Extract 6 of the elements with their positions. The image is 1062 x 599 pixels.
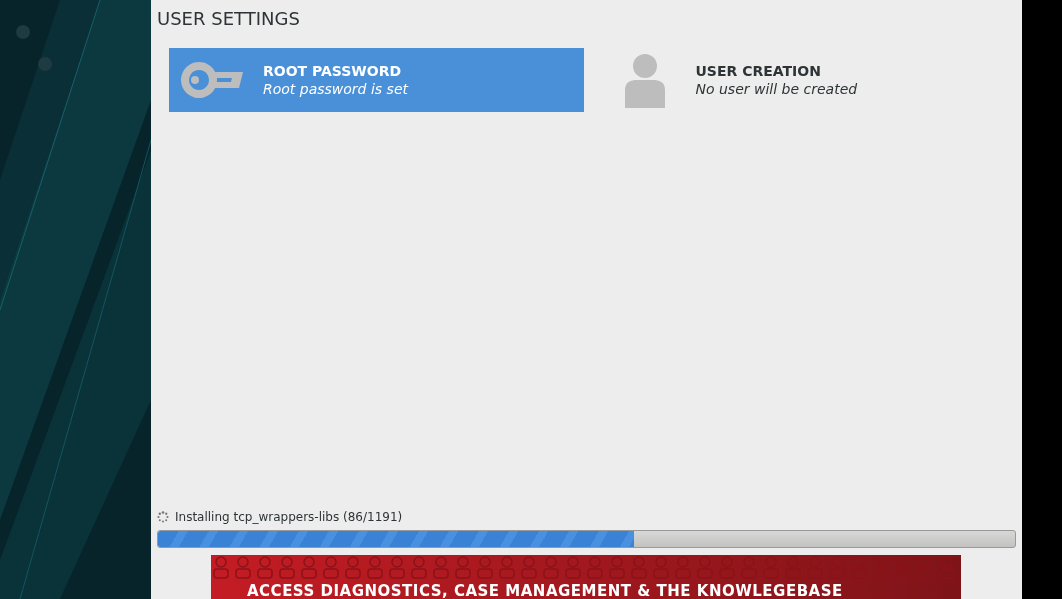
section-title: USER SETTINGS: [157, 8, 301, 30]
spoke-button[interactable]: USER CREATION No user will be created: [601, 48, 1016, 112]
key-icon: [179, 60, 245, 100]
spinner-icon: [157, 511, 169, 523]
progress-label: Installing tcp_wrappers-libs (86/1191): [175, 510, 403, 524]
banner-text: ACCESS DIAGNOSTICS, CASE MANAGEMENT & THE KNOWLEGEBASE: [247, 583, 843, 599]
